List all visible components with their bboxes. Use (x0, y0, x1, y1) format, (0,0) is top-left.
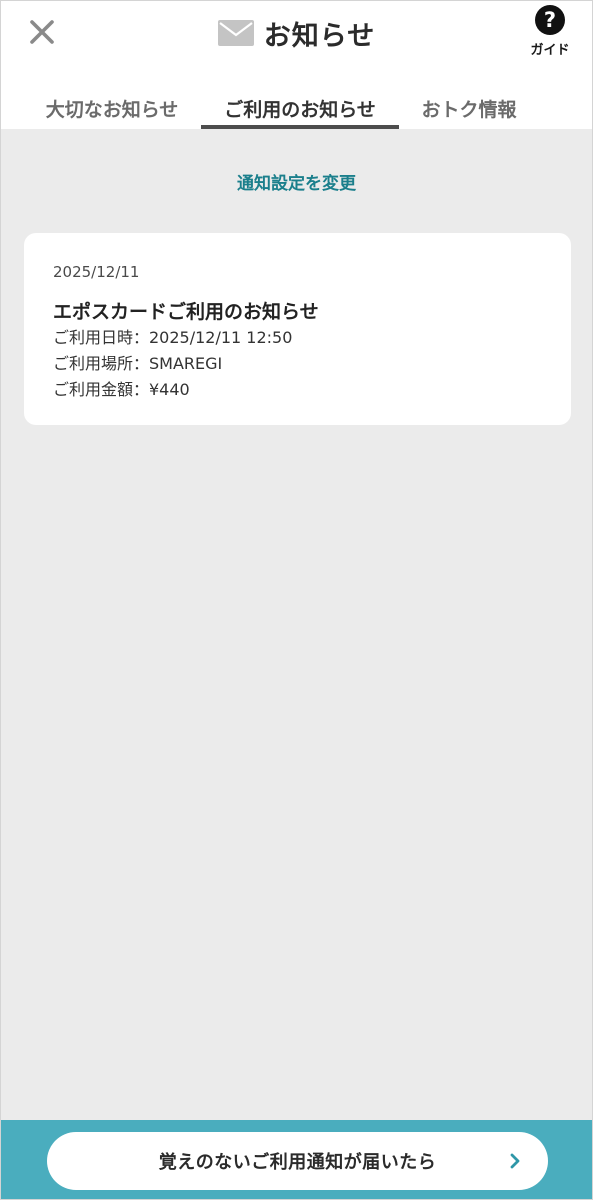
tab-usage-label: ご利用のお知らせ (224, 99, 376, 121)
notification-usage-place: ご利用場所：SMAREGI (53, 354, 223, 373)
guide-label: ガイド (530, 43, 570, 58)
mail-icon (217, 20, 254, 46)
guide-icon-glyph: ? (543, 7, 557, 32)
question-circle-icon: ? (535, 5, 565, 35)
notification-usage-datetime: ご利用日時：2025/12/11 12:50 (53, 328, 293, 347)
tab-bar: 大切なお知らせ ご利用のお知らせ おトク情報 (1, 85, 592, 129)
notification-usage-amount: ご利用金額：¥440 (53, 380, 190, 399)
bottom-bar: 覚えのないご利用通知が届いたら (1, 1120, 592, 1199)
chevron-right-icon (508, 1152, 522, 1170)
notification-title: エポスカードご利用のお知らせ (53, 301, 319, 323)
header: お知らせ ? ガイド 大切なお知らせ ご利用のお知らせ おトク情報 (1, 1, 592, 129)
active-tab-indicator (201, 125, 399, 129)
close-icon (30, 20, 54, 44)
notification-card[interactable]: 2025/12/11 エポスカードご利用のお知らせ ご利用日時：2025/12/… (24, 233, 571, 425)
guide-button[interactable]: ? ガイド (526, 5, 574, 61)
app-screen: お知らせ ? ガイド 大切なお知らせ ご利用のお知らせ おトク情報 通知設定を変… (0, 0, 593, 1200)
unrecognized-usage-button[interactable]: 覚えのないご利用通知が届いたら (47, 1132, 548, 1190)
notification-settings-link[interactable]: 通知設定を変更 (1, 169, 592, 194)
page-title-text: お知らせ (263, 20, 376, 52)
notification-date: 2025/12/11 (53, 263, 140, 281)
page-title: お知らせ (1, 11, 592, 55)
tab-important[interactable]: 大切なお知らせ (23, 85, 201, 129)
tab-important-label: 大切なお知らせ (45, 99, 179, 121)
tab-deals-label: おトク情報 (421, 99, 517, 121)
tab-usage[interactable]: ご利用のお知らせ (201, 85, 399, 129)
tab-deals[interactable]: おトク情報 (399, 85, 539, 129)
unrecognized-usage-label: 覚えのないご利用通知が届いたら (158, 1152, 437, 1173)
close-button[interactable] (23, 13, 61, 51)
